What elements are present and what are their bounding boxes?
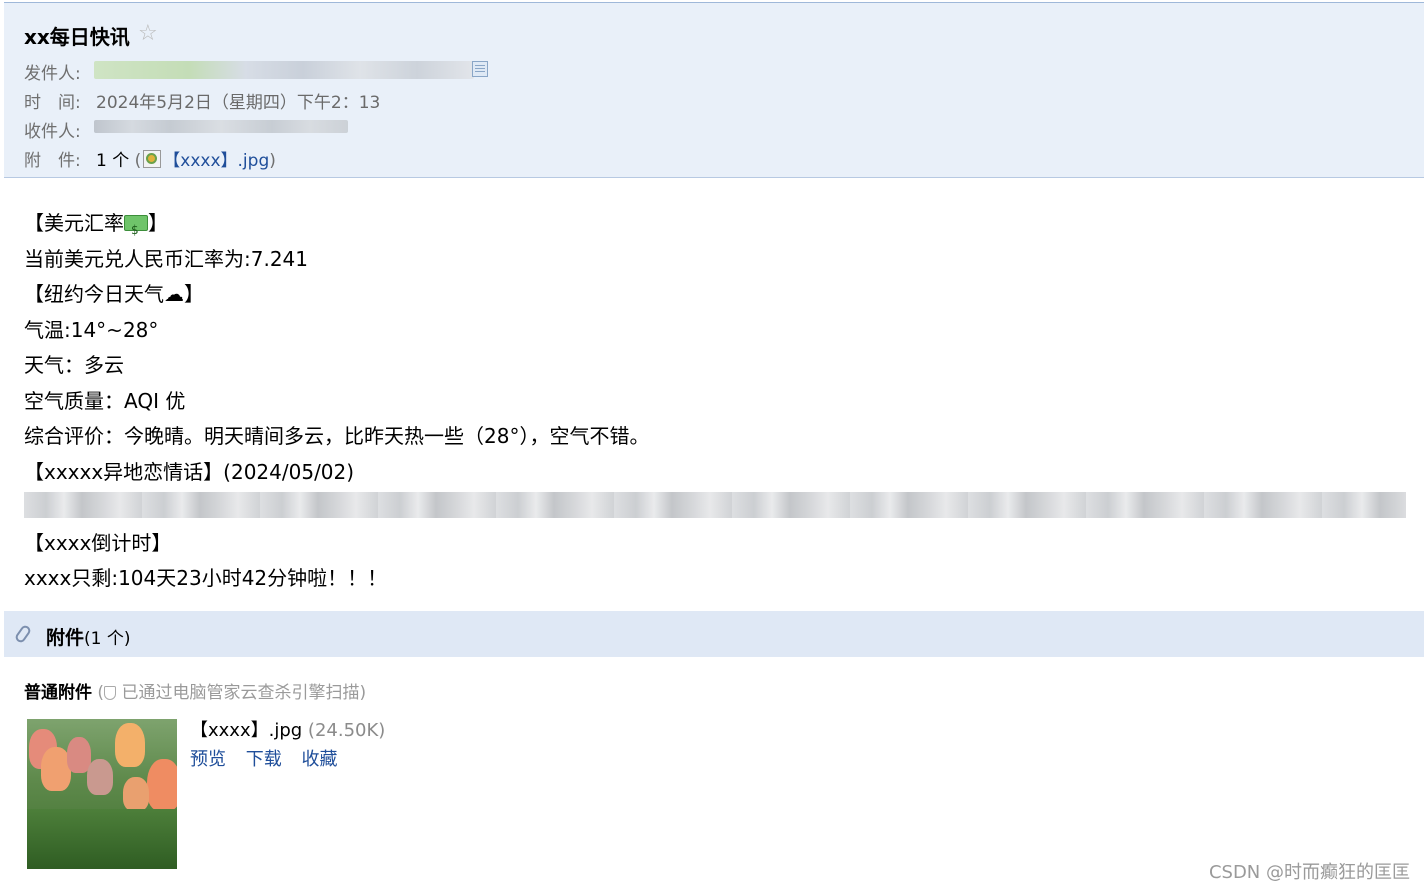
air-quality-line: 空气质量：AQI 优 [24, 388, 186, 413]
time-label: 时 间: [24, 93, 81, 113]
exchange-heading: 【美元汇率】 [24, 206, 649, 249]
weather-heading: 【纽约今日天气☁】 [24, 282, 204, 306]
download-link[interactable]: 下载 [246, 749, 282, 770]
temperature-line: 气温:14°~28° [24, 317, 159, 342]
favorite-link[interactable]: 收藏 [301, 749, 337, 770]
normal-attachment-header: 普通附件 ( 已通过电脑管家云查杀引擎扫描) [24, 678, 366, 703]
attachment-label: 附 件: [24, 151, 81, 171]
attachment-link[interactable]: 【xxxx】.jpg [163, 151, 269, 171]
recipient-row: 收件人: [24, 117, 96, 142]
scan-open: ( [97, 683, 105, 703]
paperclip-icon [13, 623, 33, 645]
love-words-heading: 【xxxxx异地恋情话】(2024/05/02) [24, 459, 355, 484]
contact-card-icon[interactable] [472, 61, 488, 77]
shield-icon [104, 686, 117, 700]
countdown-heading: 【xxxx倒计时】 [24, 530, 172, 555]
countdown-line: xxxx只剩:104天23小时42分钟啦！！！ [24, 566, 388, 590]
scan-status: 已通过电脑管家云查杀引擎扫描) [121, 683, 367, 703]
tulip-shape [115, 723, 145, 767]
time-value: 2024年5月2日（星期四）下午2：13 [96, 93, 381, 113]
preview-link[interactable]: 预览 [190, 749, 226, 770]
recipient-label: 收件人: [24, 122, 81, 142]
evaluation-line: 综合评价：今晚晴。明天晴间多云，比昨天热一些（28°），空气不错。 [24, 424, 650, 448]
attachments-count: (1 个) [84, 629, 131, 649]
tulip-shape [87, 759, 113, 795]
attachment-count: 1 个 [96, 151, 130, 171]
attachment-file-name: 【xxxx】.jpg [190, 720, 303, 741]
attachments-bar: 附件(1 个) [4, 611, 1424, 657]
attachment-actions: 预览 下载 收藏 [190, 745, 351, 771]
attachments-title: 附件(1 个) [46, 627, 131, 649]
watermark: CSDN @时而癫狂的匡匡 [1208, 862, 1410, 883]
sender-label: 发件人: [24, 64, 81, 84]
recipient-redacted[interactable] [94, 120, 348, 133]
attachment-paren-close: ) [269, 151, 276, 171]
image-file-icon [143, 150, 162, 168]
attachment-file-info: 【xxxx】.jpg (24.50K) [190, 716, 385, 742]
email-subject: xx每日快讯 [24, 25, 130, 49]
money-icon [124, 213, 148, 249]
sender-redacted[interactable] [94, 61, 474, 79]
tulip-shape [147, 759, 177, 811]
weather-line: 天气：多云 [24, 353, 124, 377]
cloud-icon: ☁ [164, 282, 184, 306]
attachment-row: 附 件: 1 个 ( 【xxxx】.jpg) [24, 146, 276, 171]
email-header: xx每日快讯 ☆ 发件人: 时 间: 2024年5月2日（星期四）下午2：13 收… [4, 2, 1424, 178]
normal-attachment-label: 普通附件 [24, 683, 92, 703]
tulip-shape [123, 777, 149, 811]
star-icon[interactable]: ☆ [138, 21, 158, 47]
exchange-rate-line: 当前美元兑人民币汇率为:7.241 [24, 246, 308, 271]
email-body: 【美元汇率】 当前美元兑人民币汇率为:7.241 【纽约今日天气☁】 气温:14… [24, 206, 649, 597]
time-row: 时 间: 2024年5月2日（星期四）下午2：13 [24, 88, 380, 113]
attachment-thumbnail[interactable] [27, 719, 177, 869]
sender-row: 发件人: [24, 59, 96, 84]
attachment-paren-open: ( [129, 151, 142, 171]
tulip-shape [27, 809, 177, 869]
attachment-file-size: (24.50K) [307, 720, 386, 741]
redacted-text-line [24, 492, 1406, 518]
